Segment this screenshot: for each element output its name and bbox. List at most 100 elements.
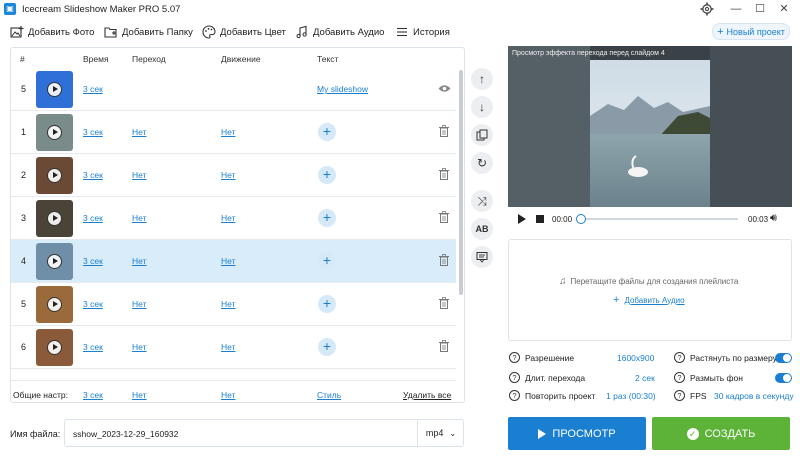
row-motion-link[interactable]: Нет — [221, 213, 235, 223]
filename-input[interactable]: sshow_2023-12-29_160932 — [73, 429, 178, 439]
preview-button[interactable]: ПРОСМОТР — [508, 417, 646, 450]
table-row[interactable]: 5 3 сек My slideshow — [11, 68, 456, 111]
row-time-link[interactable]: 3 сек — [83, 213, 103, 223]
row-time-link[interactable]: 3 сек — [83, 127, 103, 137]
table-row[interactable]: 5 3 сек Нет Нет + — [11, 283, 456, 326]
table-row[interactable]: 6 3 сек Нет Нет + — [11, 326, 456, 369]
table-scrollbar[interactable] — [456, 68, 464, 402]
row-text-link[interactable]: My slideshow — [317, 84, 368, 94]
blur-toggle[interactable] — [775, 373, 792, 383]
global-motion-link[interactable]: Нет — [221, 390, 235, 400]
play-icon[interactable] — [518, 214, 526, 224]
play-icon[interactable] — [47, 82, 62, 97]
rotate-icon[interactable]: ↻ — [471, 152, 493, 174]
add-text-button[interactable]: + — [318, 295, 336, 313]
row-transition-link[interactable]: Нет — [132, 170, 146, 180]
row-motion-link[interactable]: Нет — [221, 342, 235, 352]
add-color-button[interactable]: Добавить Цвет — [202, 24, 286, 40]
add-photo-button[interactable]: Добавить Фото — [10, 24, 94, 40]
row-transition-link[interactable]: Нет — [132, 256, 146, 266]
transition-duration-value[interactable]: 2 сек — [635, 373, 655, 383]
trash-icon[interactable] — [439, 297, 449, 309]
row-transition-link[interactable]: Нет — [132, 299, 146, 309]
play-icon[interactable] — [47, 211, 62, 226]
filename-field[interactable]: sshow_2023-12-29_160932 mp4 ⌄ — [64, 419, 464, 447]
seek-handle[interactable] — [576, 214, 586, 224]
fps-value[interactable]: 30 кадров в секунду — [714, 391, 794, 401]
play-icon[interactable] — [47, 168, 62, 183]
scroll-thumb[interactable] — [459, 70, 463, 295]
add-text-button[interactable]: + — [318, 209, 336, 227]
play-icon[interactable] — [47, 254, 62, 269]
create-button[interactable]: ✓ СОЗДАТЬ — [652, 417, 790, 450]
help-stretch-icon[interactable]: ? — [674, 352, 685, 363]
resolution-value[interactable]: 1600x900 — [617, 353, 654, 363]
row-time-link[interactable]: 3 сек — [83, 299, 103, 309]
table-row[interactable]: 1 3 сек Нет Нет + — [11, 111, 456, 154]
trash-icon[interactable] — [439, 340, 449, 352]
row-motion-link[interactable]: Нет — [221, 170, 235, 180]
slide-thumbnail[interactable] — [36, 329, 73, 366]
row-transition-link[interactable]: Нет — [132, 213, 146, 223]
row-transition-link[interactable]: Нет — [132, 127, 146, 137]
help-transition-icon[interactable]: ? — [509, 372, 520, 383]
shuffle-icon[interactable]: ⤨ — [471, 190, 493, 212]
slide-thumbnail[interactable] — [36, 200, 73, 237]
trash-icon[interactable] — [439, 125, 449, 137]
slide-thumbnail[interactable] — [36, 114, 73, 151]
table-row[interactable]: 4 3 сек Нет Нет + — [11, 240, 456, 283]
add-folder-button[interactable]: Добавить Папку — [104, 24, 193, 40]
row-time-link[interactable]: 3 сек — [83, 342, 103, 352]
trash-icon[interactable] — [439, 254, 449, 266]
help-repeat-icon[interactable]: ? — [509, 390, 520, 401]
close-button[interactable]: ✕ — [770, 0, 798, 18]
row-motion-link[interactable]: Нет — [221, 127, 235, 137]
stop-icon[interactable] — [536, 215, 544, 223]
table-row[interactable]: 2 3 сек Нет Нет + — [11, 154, 456, 197]
table-row[interactable]: 3 3 сек Нет Нет + — [11, 197, 456, 240]
slide-thumbnail[interactable] — [36, 71, 73, 108]
seek-bar[interactable] — [580, 218, 738, 220]
row-transition-link[interactable]: Нет — [132, 342, 146, 352]
add-text-button[interactable]: + — [318, 166, 336, 184]
eye-icon[interactable] — [438, 84, 451, 93]
row-time-link[interactable]: 3 сек — [83, 84, 103, 94]
global-style-link[interactable]: Стиль — [317, 390, 341, 400]
row-motion-link[interactable]: Нет — [221, 299, 235, 309]
add-audio-button[interactable]: Добавить Аудио — [295, 24, 384, 40]
repeat-value[interactable]: 1 раз (00:30) — [606, 391, 656, 401]
help-fps-icon[interactable]: ? — [674, 390, 685, 401]
text-ab-icon[interactable]: AB — [471, 218, 493, 240]
volume-icon[interactable]: 🔊︎ — [770, 212, 777, 225]
row-motion-link[interactable]: Нет — [221, 256, 235, 266]
format-select[interactable]: mp4 ⌄ — [417, 420, 464, 446]
help-resolution-icon[interactable]: ? — [509, 352, 520, 363]
settings-gear-icon[interactable] — [700, 2, 716, 16]
row-time-link[interactable]: 3 сек — [83, 256, 103, 266]
move-up-icon[interactable]: ↑ — [471, 68, 493, 90]
new-project-button[interactable]: + Новый проект — [712, 23, 790, 40]
subtitle-icon[interactable] — [471, 246, 493, 268]
play-icon[interactable] — [47, 340, 62, 355]
slide-thumbnail[interactable] — [36, 286, 73, 323]
trash-icon[interactable] — [439, 168, 449, 180]
help-blur-icon[interactable]: ? — [674, 372, 685, 383]
row-time-link[interactable]: 3 сек — [83, 170, 103, 180]
history-button[interactable]: История — [395, 24, 450, 40]
global-transition-link[interactable]: Нет — [132, 390, 146, 400]
stretch-toggle[interactable] — [775, 353, 792, 363]
add-text-button[interactable]: + — [318, 123, 336, 141]
play-icon[interactable] — [47, 297, 62, 312]
duplicate-icon[interactable] — [471, 124, 493, 146]
move-down-icon[interactable]: ↓ — [471, 96, 493, 118]
slide-thumbnail[interactable] — [36, 157, 73, 194]
add-audio-link[interactable]: + Добавить Аудио — [613, 294, 685, 306]
global-time-link[interactable]: 3 сек — [83, 390, 103, 400]
add-text-button[interactable]: + — [318, 338, 336, 356]
add-text-button[interactable]: + — [318, 252, 336, 270]
play-icon[interactable] — [47, 125, 62, 140]
playlist-dropzone[interactable]: ♫ Перетащите файлы для создания плейлист… — [508, 239, 792, 341]
trash-icon[interactable] — [439, 211, 449, 223]
slide-thumbnail[interactable] — [36, 243, 73, 280]
delete-all-link[interactable]: Удалить все (9) — [403, 390, 456, 402]
